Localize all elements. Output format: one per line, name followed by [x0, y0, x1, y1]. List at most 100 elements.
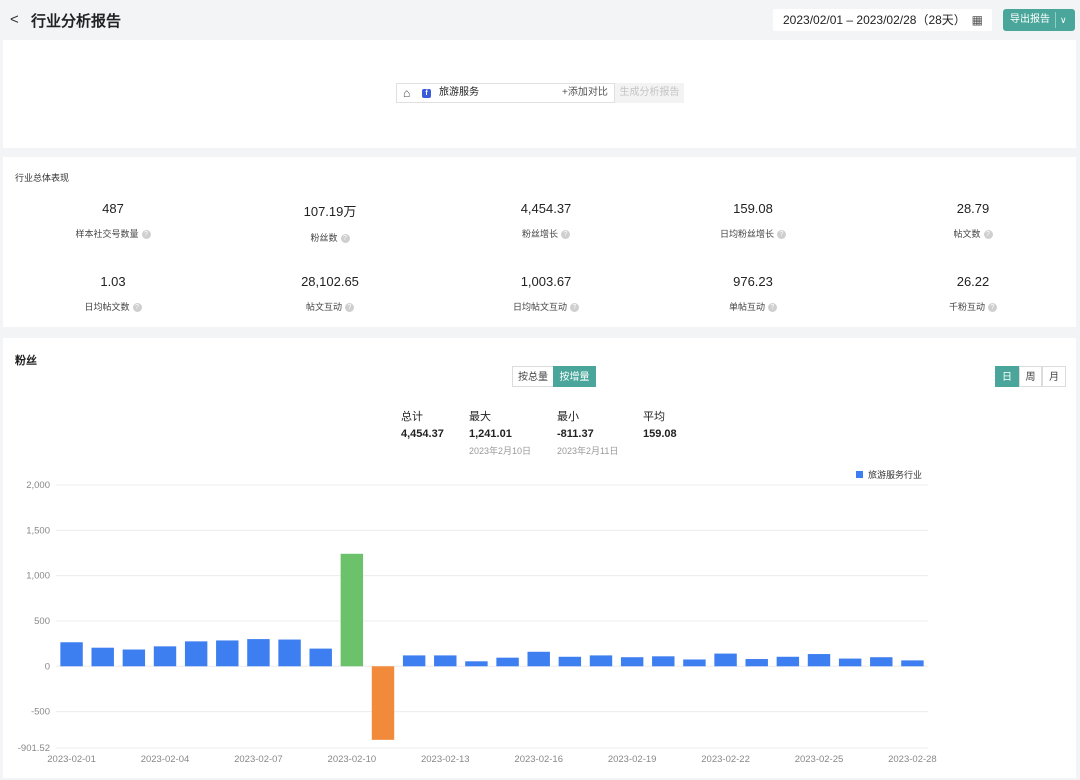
x-tick-label: 2023-02-28	[888, 754, 937, 765]
bar[interactable]	[776, 656, 800, 667]
x-tick-label: 2023-02-16	[514, 754, 563, 765]
help-icon[interactable]: ?	[570, 303, 579, 313]
stat-min-label: 最小	[557, 411, 579, 423]
metric-label-text: 样本社交号数量	[75, 229, 139, 239]
facebook-icon: f	[422, 89, 431, 98]
bar[interactable]	[527, 651, 550, 667]
bar[interactable]	[309, 648, 332, 667]
bar[interactable]	[278, 639, 301, 667]
bar[interactable]	[589, 655, 613, 667]
period-week-button[interactable]: 周	[1019, 366, 1042, 387]
bar[interactable]	[496, 657, 519, 667]
metric-value: 4,454.37	[520, 201, 572, 216]
help-icon[interactable]: ?	[768, 303, 777, 313]
stat-avg: 平均 159.08	[643, 408, 677, 440]
chevron-down-icon[interactable]: ∨	[1060, 9, 1067, 31]
help-icon[interactable]: ?	[777, 230, 786, 240]
metric-item: 976.23 单帖互动?	[646, 274, 860, 313]
bar[interactable]	[745, 659, 768, 667]
export-divider	[1055, 12, 1056, 28]
period-month-button[interactable]: 月	[1042, 366, 1066, 387]
stat-total-value: 4,454.37	[401, 428, 444, 440]
metric-label-text: 帖文数	[953, 229, 981, 239]
stat-min-date: 2023年2月11日	[557, 446, 619, 456]
bar[interactable]	[60, 642, 83, 667]
bar[interactable]	[838, 658, 862, 667]
stat-min-value: -811.37	[557, 428, 594, 440]
generate-report-button[interactable]: 生成分析报告	[614, 83, 684, 103]
mode-total-button[interactable]: 按总量	[512, 366, 554, 387]
metric-item: 28,102.65 帖文互动?	[223, 274, 437, 313]
y-tick-label: 0	[45, 661, 50, 672]
bar[interactable]	[216, 640, 239, 667]
metric-item: 26.22 千粉互动?	[866, 274, 1080, 313]
period-day-button[interactable]: 日	[995, 366, 1019, 387]
home-icon: ⌂	[403, 86, 411, 100]
bar[interactable]	[620, 657, 644, 667]
help-icon[interactable]: ?	[141, 230, 151, 240]
stat-max-value: 1,241.01	[469, 428, 512, 440]
search-card: ⌂ f 旅游服务 +添加对比 生成分析报告	[3, 40, 1076, 148]
bar[interactable]	[652, 656, 675, 667]
bar[interactable]	[340, 553, 364, 667]
bar[interactable]	[683, 659, 706, 667]
metric-label-text: 日均粉丝增长	[719, 229, 774, 239]
bar[interactable]	[870, 657, 893, 667]
overview-card: 行业总体表现 487 样本社交号数量? 107.19万 粉丝数? 4,454.37 粉丝增…	[3, 157, 1076, 327]
bar[interactable]	[91, 647, 114, 667]
y-tick-label: 500	[34, 616, 50, 627]
add-compare-button[interactable]: +添加对比	[562, 84, 608, 102]
bar[interactable]	[558, 656, 582, 667]
industry-search-box[interactable]: ⌂ f 旅游服务 +添加对比 生成分析报告	[396, 83, 684, 103]
date-range-picker[interactable]: 2023/02/01 – 2023/02/28（28天） ▦	[773, 9, 992, 31]
help-icon[interactable]: ?	[345, 303, 354, 313]
bar[interactable]	[807, 654, 831, 667]
metric-value: 1,003.67	[520, 274, 572, 289]
overview-title: 行业总体表现	[15, 173, 70, 183]
metric-label-text: 帖文互动	[305, 302, 342, 312]
metric-value: 487	[102, 201, 124, 216]
metric-label: 样本社交号数量?	[6, 227, 220, 240]
y-tick-label: 2,000	[26, 480, 50, 491]
page-title: 行业分析报告	[31, 13, 122, 30]
export-report-button[interactable]: 导出报告 ∨	[1003, 9, 1075, 31]
bar[interactable]	[434, 655, 457, 667]
bar[interactable]	[247, 639, 270, 667]
help-icon[interactable]: ?	[983, 230, 993, 240]
bar[interactable]	[153, 646, 177, 667]
metric-label: 帖文互动?	[223, 300, 437, 313]
metric-item: 1,003.67 日均帖文互动?	[439, 274, 653, 313]
export-label: 导出报告	[1010, 14, 1050, 25]
bar[interactable]	[402, 655, 426, 667]
metric-label-text: 粉丝数	[310, 233, 338, 243]
help-icon[interactable]: ?	[561, 230, 570, 240]
x-tick-label: 2023-02-01	[47, 754, 96, 765]
bar[interactable]	[122, 649, 146, 667]
stat-avg-value: 159.08	[643, 428, 677, 440]
metric-label: 日均粉丝增长?	[646, 227, 860, 240]
bar[interactable]	[714, 653, 737, 667]
metric-item: 1.03 日均帖文数?	[6, 274, 220, 313]
mode-increment-button[interactable]: 按增量	[553, 366, 596, 387]
help-icon[interactable]: ?	[988, 303, 997, 313]
metric-label: 单帖互动?	[646, 300, 860, 313]
bar[interactable]	[184, 641, 208, 667]
stat-min: 最小 -811.37 2023年2月11日	[557, 408, 618, 457]
metric-label-text: 粉丝增长	[521, 229, 558, 239]
bar[interactable]	[465, 661, 488, 667]
metric-item: 107.19万粉丝数?	[223, 201, 437, 244]
y-tick-label: -500	[31, 707, 50, 718]
metric-value: 107.19万	[303, 204, 357, 219]
bar[interactable]	[371, 666, 395, 740]
metric-value: 159.08	[733, 201, 773, 216]
stat-max: 最大 1,241.01 2023年2月10日	[469, 408, 531, 457]
help-icon[interactable]: ?	[132, 303, 142, 313]
stat-max-date: 2023年2月10日	[469, 446, 532, 456]
chevron-left-icon[interactable]: <	[10, 11, 19, 28]
stat-max-label: 最大	[469, 411, 491, 423]
metric-value: 28.79	[956, 201, 990, 216]
x-tick-label: 2023-02-25	[795, 754, 844, 765]
bar[interactable]	[901, 660, 924, 667]
help-icon[interactable]: ?	[340, 234, 350, 244]
metric-value: 28,102.65	[301, 274, 359, 289]
